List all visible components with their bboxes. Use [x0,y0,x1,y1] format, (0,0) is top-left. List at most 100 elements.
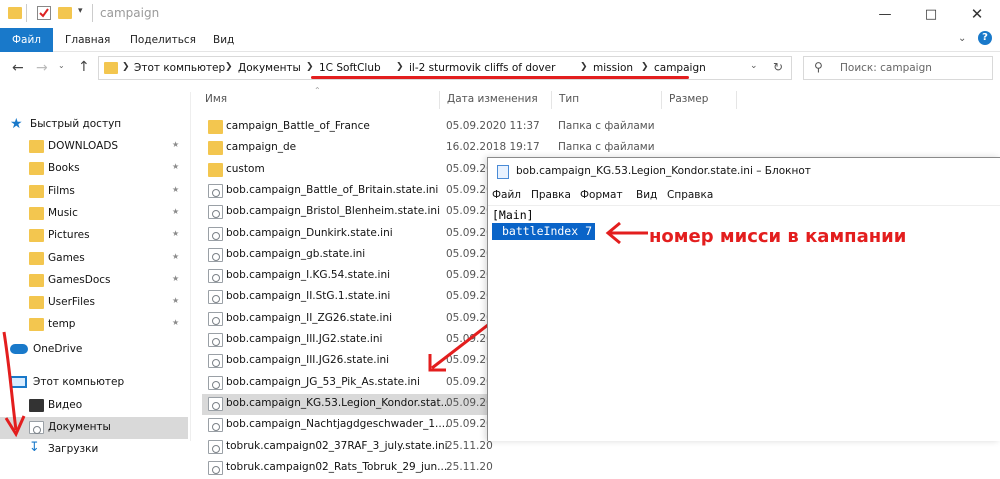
nav-label: Games [48,251,85,264]
chevron-down-icon[interactable]: ⌄ [750,61,758,71]
nav-label: Music [48,206,78,219]
tab-file[interactable]: Файл [0,28,53,52]
breadcrumb-campaign[interactable]: campaign [654,62,706,74]
tab-view[interactable]: Вид [213,28,234,52]
search-input[interactable]: Поиск: campaign [840,62,932,74]
file-name: tobruk.campaign02_Rats_Tobruk_29_jun... [226,460,448,473]
table-row[interactable]: custom 05.09.20 [202,160,493,181]
forward-arrow-icon[interactable]: → [36,60,48,76]
address-bar[interactable]: ❯ Этот компьютер ❯ Документы ❯ 1C SoftCl… [98,56,792,80]
settings-file-icon [208,247,223,262]
chevron-down-icon[interactable]: ⌄ [958,33,966,44]
chevron-right-icon[interactable]: ❯ [122,62,130,72]
chevron-right-icon[interactable]: ❯ [225,62,233,72]
chevron-down-icon[interactable]: ▾ [78,6,83,16]
table-row[interactable]: bob.campaign_Nachtjagdgeschwader_1.... 05… [202,415,493,436]
file-date: 05.09.20 [446,205,493,218]
search-box[interactable]: ⚲ Поиск: campaign [803,56,993,80]
breadcrumb-documents[interactable]: Документы [238,62,301,74]
nav-item-downloads[interactable]: ↧ Загрузки [0,439,188,461]
pin-icon[interactable]: ★ [172,318,179,327]
sidebar-item-games[interactable]: Games ★ [0,248,188,270]
minimize-button[interactable]: — [862,0,908,28]
chevron-right-icon[interactable]: ❯ [580,62,588,72]
pin-icon[interactable]: ★ [172,207,179,216]
menu-file[interactable]: Файл [492,189,521,201]
breadcrumb-il2[interactable]: il-2 sturmovik cliffs of dover [409,62,555,74]
refresh-icon[interactable]: ↻ [773,60,783,74]
sidebar-item-films[interactable]: Films ★ [0,181,188,203]
table-row[interactable]: bob.campaign_I.KG.54.state.ini 05.09.20 [202,266,493,287]
column-date[interactable]: Дата изменения [447,93,538,105]
folder-icon [208,120,223,134]
menu-format[interactable]: Формат [580,189,623,201]
breadcrumb-this-pc[interactable]: Этот компьютер [134,62,225,74]
pin-icon[interactable]: ★ [172,296,179,305]
new-folder-icon[interactable] [58,7,72,19]
table-row[interactable]: bob.campaign_Bristol_Blenheim.state.ini 0… [202,202,493,223]
nav-label: GamesDocs [48,273,111,286]
tab-share[interactable]: Поделиться [130,28,196,52]
column-type[interactable]: Тип [559,93,579,105]
annotation-label: номер мисси в кампании [649,226,907,247]
up-arrow-icon[interactable]: ↑ [78,59,90,75]
file-name: custom [226,162,265,175]
folder-icon [8,7,22,19]
file-date: 25.11.20 [446,439,493,452]
pin-icon[interactable]: ★ [172,229,179,238]
sidebar-item-music[interactable]: Music ★ [0,203,188,225]
table-row[interactable]: campaign_Battle_of_France 05.09.2020 11:3… [202,117,655,138]
column-size[interactable]: Размер [669,93,708,105]
table-row[interactable]: tobruk.campaign02_Rats_Tobruk_29_jun... 2… [202,458,493,479]
table-row[interactable]: campaign_de 16.02.2018 19:17 Папка с файла… [202,138,655,159]
nav-label: Видео [48,399,83,411]
chevron-down-icon[interactable]: ⌄ [58,61,65,70]
nav-label: Films [48,184,75,197]
divider [736,91,737,109]
close-button[interactable]: ✕ [954,0,1000,28]
folder-icon [104,62,118,74]
file-type: Папка с файлами [558,141,655,154]
pin-icon[interactable]: ★ [172,140,179,149]
table-row[interactable]: tobruk.campaign02_37RAF_3_july.state.ini… [202,437,493,458]
selected-text[interactable]: battleIndex 7 [492,223,596,240]
table-row[interactable]: bob.campaign_KG.53.Legion_Kondor.stat...… [202,393,493,415]
menu-view[interactable]: Вид [636,189,657,201]
nav-quick-access[interactable]: ★ Быстрый доступ [0,114,188,136]
table-row[interactable]: bob.campaign_Dunkirk.state.ini 05.09.20 [202,224,493,245]
back-arrow-icon[interactable]: ← [12,60,24,76]
sidebar-item-downloads[interactable]: DOWNLOADS ★ [0,136,188,158]
maximize-button[interactable]: □ [908,0,954,28]
file-date: 05.09.20 [446,269,493,282]
sidebar-item-temp[interactable]: temp ★ [0,314,188,336]
file-type: Папка с файлами [558,120,655,132]
column-header: ⌃ Имя Дата изменения Тип Размер [196,86,737,112]
column-name[interactable]: Имя [205,93,227,105]
table-row[interactable]: bob.campaign_gb.state.ini 05.09.20 [202,245,493,266]
settings-file-icon [208,354,223,369]
file-name: bob.campaign_gb.state.ini [226,247,366,260]
menu-help[interactable]: Справка [667,189,713,201]
chevron-right-icon[interactable]: ❯ [306,62,314,72]
sidebar-item-gamesdocs[interactable]: GamesDocs ★ [0,270,188,292]
properties-icon[interactable] [37,6,51,20]
table-row[interactable]: bob.campaign_Battle_of_Britain.state.ini… [202,181,493,202]
help-icon[interactable]: ? [978,31,992,45]
chevron-right-icon[interactable]: ❯ [641,62,649,72]
chevron-right-icon[interactable]: ❯ [396,62,404,72]
pin-icon[interactable]: ★ [172,185,179,194]
sidebar-item-userfiles[interactable]: UserFiles ★ [0,292,188,314]
sidebar-item-books[interactable]: Books ★ [0,158,188,180]
file-date: 05.09.20 [446,247,493,260]
file-name: campaign_de [226,141,297,154]
divider [439,91,440,109]
breadcrumb-mission[interactable]: mission [593,62,633,74]
menu-edit[interactable]: Правка [531,189,571,201]
file-date: 05.09.20 [446,162,493,175]
tab-home[interactable]: Главная [65,28,110,52]
pin-icon[interactable]: ★ [172,162,179,171]
sidebar-item-pictures[interactable]: Pictures ★ [0,225,188,247]
breadcrumb-1c-softclub[interactable]: 1C SoftClub [319,62,381,74]
pin-icon[interactable]: ★ [172,252,179,261]
pin-icon[interactable]: ★ [172,274,179,283]
